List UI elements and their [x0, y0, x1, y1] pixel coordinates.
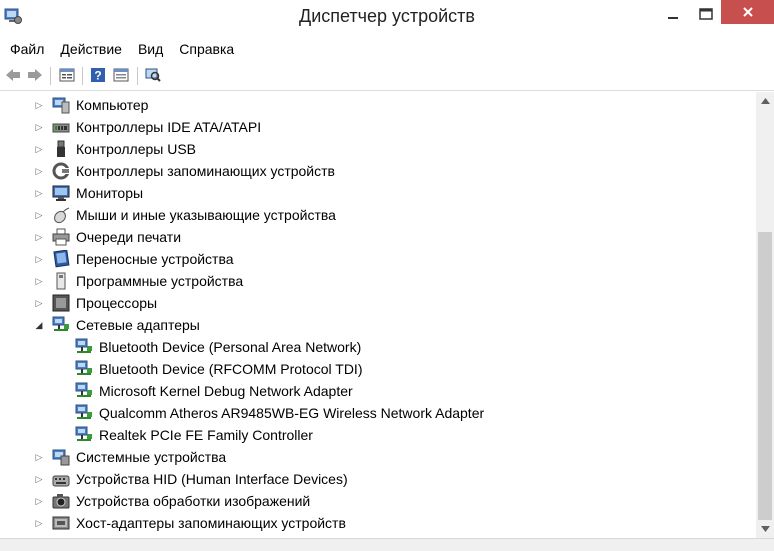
toolbar-separator	[137, 67, 138, 85]
expand-chevron-icon[interactable]: ▷	[34, 232, 44, 242]
expand-chevron-icon[interactable]: ▷	[34, 144, 44, 154]
tree-label: Мыши и иные указывающие устройства	[76, 207, 336, 223]
maximize-icon	[699, 8, 713, 20]
computer-icon	[52, 97, 70, 114]
monitor-icon	[52, 185, 70, 201]
scan-hardware-icon	[145, 68, 161, 82]
help-icon: ?	[91, 68, 105, 83]
tree-label: Microsoft Kernel Debug Network Adapter	[99, 383, 353, 399]
portable-device-icon	[53, 250, 70, 268]
storage-controller-icon	[52, 162, 70, 180]
expand-chevron-icon[interactable]: ▷	[34, 474, 44, 484]
scroll-down-button[interactable]	[756, 520, 774, 538]
close-icon	[742, 7, 753, 17]
network-adapter-icon	[75, 382, 92, 397]
tree-label: Компьютер	[76, 97, 149, 113]
tree-label: Qualcomm Atheros AR9485WB-EG Wireless Ne…	[99, 405, 485, 421]
tree-label: Bluetooth Device (RFCOMM Protocol TDI)	[99, 361, 363, 377]
title-bar: Диспетчер устройств	[0, 0, 774, 36]
toolbar: ?	[0, 62, 774, 91]
properties-icon	[59, 68, 75, 82]
tree-label: Контроллеры USB	[76, 141, 196, 157]
expand-chevron-icon[interactable]: ▷	[34, 276, 44, 286]
expand-chevron-icon[interactable]: ▷	[34, 254, 44, 264]
system-device-icon	[52, 449, 70, 466]
properties-button[interactable]	[58, 66, 76, 84]
help-button[interactable]: ?	[89, 66, 107, 84]
status-bar	[0, 538, 774, 551]
forward-arrow-icon	[28, 69, 42, 81]
expand-chevron-icon[interactable]: ▷	[34, 496, 44, 506]
menu-help[interactable]: Справка	[169, 38, 240, 60]
vertical-scrollbar[interactable]	[756, 92, 774, 538]
svg-text:?: ?	[94, 69, 101, 83]
tree-label: Системные устройства	[76, 449, 227, 465]
software-device-icon	[56, 272, 66, 290]
expand-chevron-icon[interactable]: ▷	[34, 166, 44, 176]
expand-chevron-icon[interactable]: ▷	[34, 188, 44, 198]
scrollbar-thumb[interactable]	[758, 232, 772, 520]
show-hidden-icon	[113, 68, 129, 82]
show-hidden-button[interactable]	[112, 66, 130, 84]
expand-chevron-icon[interactable]: ▷	[34, 518, 44, 528]
tree-label: Контроллеры запоминающих устройств	[76, 163, 335, 179]
tree-label: Realtek PCIe FE Family Controller	[99, 427, 313, 443]
minimize-button[interactable]	[654, 0, 692, 28]
tree-label: Очереди печати	[76, 229, 182, 245]
network-adapter-icon	[52, 316, 69, 331]
minimize-icon	[668, 17, 678, 19]
expand-chevron-icon[interactable]: ▷	[34, 210, 44, 220]
collapse-chevron-icon[interactable]: ◢	[34, 320, 44, 330]
ide-controller-icon	[52, 123, 70, 133]
hid-icon	[52, 475, 70, 487]
scan-hardware-button[interactable]	[144, 66, 162, 84]
tree-label: Устройства обработки изображений	[76, 493, 311, 509]
network-adapter-icon	[75, 360, 92, 375]
tree-label: Программные устройства	[76, 273, 244, 289]
expand-chevron-icon[interactable]: ▷	[34, 452, 44, 462]
back-arrow-icon	[6, 69, 20, 81]
network-adapter-icon	[75, 338, 92, 353]
usb-icon	[57, 140, 65, 157]
menu-view[interactable]: Вид	[128, 38, 169, 60]
scroll-down-icon	[760, 526, 770, 532]
tree-label: Сетевые адаптеры	[76, 317, 200, 333]
close-button[interactable]	[721, 0, 774, 24]
tree-label: Bluetooth Device (Personal Area Network)	[99, 339, 362, 355]
printer-icon	[52, 228, 70, 246]
network-adapter-icon	[75, 426, 92, 441]
tree-label: Процессоры	[76, 295, 158, 311]
tree-label: Мониторы	[76, 185, 144, 201]
processor-icon	[52, 294, 70, 312]
expand-chevron-icon[interactable]: ▷	[34, 100, 44, 110]
tree-label: Переносные устройства	[76, 251, 234, 267]
imaging-device-icon	[52, 494, 70, 509]
toolbar-separator	[50, 67, 51, 85]
storage-host-adapter-icon	[52, 516, 70, 530]
tree-label: Устройства HID (Human Interface Devices)	[76, 471, 348, 487]
mouse-icon	[54, 207, 70, 224]
network-adapter-icon	[75, 404, 92, 419]
expand-chevron-icon[interactable]: ▷	[34, 122, 44, 132]
tree-label: Контроллеры IDE ATA/ATAPI	[76, 119, 262, 135]
device-tree[interactable]: ▷ Компьютер ▷ Контроллеры IDE ATA/ATAPI …	[0, 92, 756, 538]
maximize-button[interactable]	[692, 0, 720, 28]
toolbar-separator	[82, 67, 83, 85]
forward-button[interactable]	[26, 66, 44, 84]
tree-label: Хост-адаптеры запоминающих устройств	[76, 515, 346, 531]
menu-bar: Файл Действие Вид Справка	[0, 38, 774, 60]
back-button[interactable]	[4, 66, 22, 84]
scroll-up-button[interactable]	[756, 92, 774, 110]
menu-file[interactable]: Файл	[0, 38, 50, 60]
menu-action[interactable]: Действие	[50, 38, 128, 60]
scroll-up-icon	[760, 98, 770, 104]
expand-chevron-icon[interactable]: ▷	[34, 298, 44, 308]
